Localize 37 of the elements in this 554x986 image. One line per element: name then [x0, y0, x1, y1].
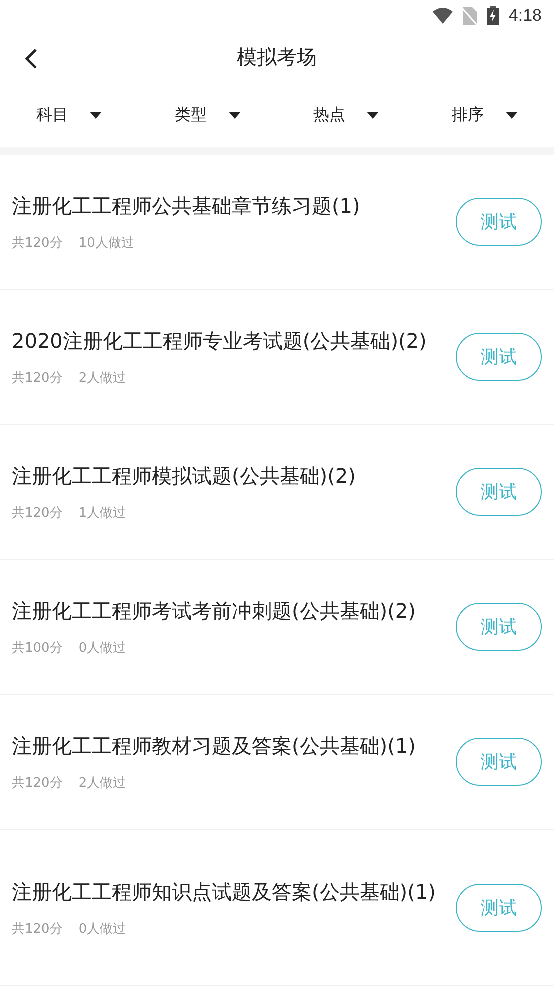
total-score: 共120分	[12, 235, 63, 252]
page-title: 模拟考场	[237, 44, 317, 71]
takers-count: 2人做过	[78, 370, 126, 387]
exam-title: 注册化工工程师公共基础章节练习题(1)	[12, 193, 362, 220]
test-button[interactable]: 测试	[456, 468, 542, 516]
caret-down-icon	[228, 112, 241, 119]
exam-title: 注册化工工程师知识点试题及答案(公共基础)(1)	[12, 878, 437, 906]
filter-dropdown[interactable]: 科目	[0, 96, 138, 134]
wifi-icon	[432, 8, 453, 24]
total-score: 共100分	[12, 640, 63, 657]
battery-charging-icon	[486, 6, 499, 25]
filter-dropdown[interactable]: 排序	[416, 96, 554, 134]
exam-title: 注册化工工程师教材习题及答案(公共基础)(1)	[12, 733, 417, 760]
total-score: 共120分	[12, 775, 63, 792]
total-score: 共120分	[12, 920, 63, 938]
caret-down-icon	[506, 112, 518, 119]
caret-down-icon	[367, 112, 380, 119]
exam-title: 2020注册化工工程师专业考试题(公共基础)(2)	[12, 328, 428, 355]
exam-title: 注册化工工程师考试考前冲刺题(公共基础)(2)	[12, 598, 417, 625]
takers-count: 1人做过	[78, 505, 126, 522]
no-sim-icon	[462, 6, 477, 24]
exam-title: 注册化工工程师模拟试题(公共基础)(2)	[12, 463, 357, 490]
test-button[interactable]: 测试	[456, 738, 542, 786]
test-button[interactable]: 测试	[456, 603, 542, 651]
caret-down-icon	[90, 112, 102, 119]
test-button[interactable]: 测试	[456, 884, 542, 932]
test-button[interactable]: 测试	[456, 198, 542, 246]
total-score: 共120分	[12, 505, 63, 522]
status-time: 4:18	[508, 6, 542, 26]
takers-count: 2人做过	[78, 775, 126, 792]
takers-count: 0人做过	[78, 640, 126, 657]
filter-dropdown[interactable]: 类型	[138, 96, 277, 134]
test-button[interactable]: 测试	[456, 333, 542, 381]
filter-dropdown[interactable]: 热点	[277, 96, 416, 134]
takers-count: 10人做过	[78, 235, 134, 252]
takers-count: 0人做过	[78, 920, 126, 938]
total-score: 共120分	[12, 370, 63, 387]
